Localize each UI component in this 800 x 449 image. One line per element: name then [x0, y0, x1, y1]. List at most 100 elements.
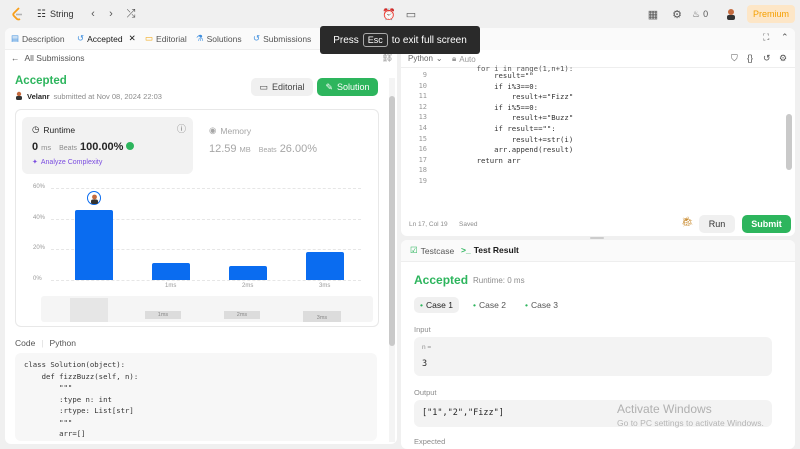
avatar[interactable] — [724, 7, 738, 21]
runtime-unit: ms — [41, 143, 52, 152]
runtime-title: Runtime — [43, 124, 76, 135]
code-line: :rtype: List[str] — [24, 406, 134, 415]
tab-solutions[interactable]: ⚗ Solutions — [196, 33, 242, 44]
tab-submissions[interactable]: ↺ Submissions — [253, 33, 311, 44]
result-status: Accepted — [414, 273, 469, 287]
tab-test-result[interactable]: >_ Test Result — [461, 245, 519, 255]
memory-icon: ◉ — [209, 125, 217, 135]
debug-icon[interactable]: 🐞︎ — [681, 217, 694, 228]
fire-icon: ♨ — [692, 8, 701, 19]
memory-tab[interactable]: ◉ Memory — [209, 125, 251, 136]
reset-icon[interactable]: ↺ — [763, 53, 771, 64]
tab-accepted[interactable]: ↺ Accepted ✕ — [77, 33, 136, 44]
editor-code-line[interactable]: if i%5==0: — [459, 103, 538, 112]
terminal-icon: >_ — [461, 245, 471, 255]
collapse-icon[interactable]: ⌃ — [781, 32, 789, 43]
settings-icon[interactable]: ⚙ — [779, 53, 787, 64]
leetcode-logo-icon[interactable] — [10, 7, 24, 21]
user-avatar — [15, 91, 23, 102]
left-scrollbar-track[interactable] — [389, 78, 395, 442]
left-scrollbar-thumb[interactable] — [389, 96, 395, 346]
tab-description[interactable]: ▤ Description — [11, 33, 65, 44]
timer-icon[interactable]: ⏰ — [382, 7, 396, 21]
submission-status: Accepted — [15, 75, 67, 87]
esc-key: Esc — [362, 33, 388, 47]
tab-editorial[interactable]: ▭ Editorial — [145, 33, 187, 44]
horizontal-resize-handle[interactable] — [590, 237, 604, 239]
code-line: """ — [24, 417, 73, 427]
run-button[interactable]: Run — [699, 215, 735, 233]
layout-icon[interactable]: ▦ — [646, 7, 660, 21]
line-number: 9 — [422, 71, 427, 79]
bookmark-icon[interactable]: ⛉ — [731, 53, 738, 64]
result-tabbar: ☑ Testcase >_ Test Result — [401, 240, 795, 262]
runtime-bar[interactable] — [229, 266, 267, 280]
y-tick-label: 40% — [33, 214, 46, 221]
submission-meta: Velanr submitted at Nov 08, 2024 22:03 — [15, 91, 162, 102]
editor-code-line[interactable]: if result=="": — [459, 124, 556, 133]
editorial-button[interactable]: ▭ Editorial — [251, 78, 313, 96]
runtime-value: 0 — [32, 141, 39, 153]
analyze-complexity-link[interactable]: ✦ Analyze Complexity — [32, 158, 102, 167]
editor-code-line[interactable]: arr.append(result) — [459, 145, 573, 154]
edit-icon: ✎ — [325, 81, 333, 92]
case-tab-3[interactable]: • Case 3 — [519, 297, 564, 313]
left-panel: ▤ Description ↺ Accepted ✕ ▭ Editorial ⚗… — [5, 28, 397, 444]
braces-icon[interactable]: {} — [747, 53, 753, 63]
submit-button[interactable]: Submit — [742, 215, 791, 233]
case-tab-2[interactable]: • Case 2 — [467, 297, 512, 313]
fullscreen-toast: Press Esc to exit full screen — [320, 26, 480, 54]
editor-code-line[interactable]: return arr — [459, 156, 521, 165]
editor-code[interactable]: 9 result="" 10 if i%3==0: 11 result+="Fizz… — [401, 71, 785, 211]
language-select[interactable]: Python ⌄ — [408, 54, 443, 63]
notes-icon[interactable]: ▭ — [404, 7, 418, 21]
runtime-bar[interactable] — [306, 251, 344, 280]
line-number: 13 — [418, 113, 427, 122]
input-value: 3 — [422, 359, 428, 369]
next-problem-icon[interactable]: › — [104, 7, 118, 21]
y-tick-label: 20% — [33, 245, 46, 252]
chart-range-scrubber[interactable]: 1ms 2ms 3ms — [41, 296, 373, 322]
expand-icon[interactable]: ⛶ — [763, 32, 769, 43]
tab-testcase[interactable]: ☑ Testcase — [410, 245, 454, 256]
solution-button[interactable]: ✎ Solution — [317, 78, 378, 96]
runtime-bar[interactable] — [75, 210, 113, 280]
premium-button[interactable]: Premium — [747, 5, 795, 23]
editor-code-line[interactable]: result+="Fizz" — [459, 92, 574, 101]
code-language: Python — [49, 338, 77, 348]
line-number: 10 — [418, 81, 427, 90]
auto-mode-toggle[interactable]: 🔒︎ Auto — [452, 54, 476, 64]
editor-scrollbar-thumb[interactable] — [786, 114, 792, 170]
code-block: class Solution(object): def fizzBuzz(sel… — [15, 353, 377, 441]
close-icon[interactable]: ✕ — [129, 33, 136, 44]
x-tick-label: 3ms — [319, 283, 331, 289]
runtime-card[interactable]: ◷ Runtime ⓘ 0 ms Beats 100.00% ✦ Analyze… — [22, 117, 193, 174]
result-runtime: Runtime: 0 ms — [473, 276, 525, 285]
x-tick-label: 2ms — [242, 283, 254, 289]
prev-problem-icon[interactable]: ‹ — [86, 7, 100, 21]
grid-line — [51, 188, 361, 189]
submission-user[interactable]: Velanr — [27, 92, 50, 101]
editor-statusbar: Ln 17, Col 19 Saved — [401, 212, 795, 236]
vertical-resize-handle[interactable] — [397, 200, 401, 240]
info-icon[interactable]: ⓘ — [177, 122, 186, 135]
line-number: 11 — [418, 92, 427, 101]
shuffle-icon[interactable]: ⤮ — [124, 7, 138, 21]
output-value: ["1","2","Fizz"] — [422, 408, 504, 418]
problem-list-button[interactable]: ☷ String — [37, 7, 73, 21]
runtime-bar[interactable] — [152, 263, 190, 280]
problem-list-icon: ☷ — [37, 8, 46, 20]
editor-code-line[interactable]: result="" — [459, 71, 534, 80]
mini-bar-label: 2ms — [224, 311, 260, 319]
editor-code-line[interactable]: result+="Buzz" — [459, 113, 574, 122]
streak-counter[interactable]: ♨ 0 — [692, 7, 708, 21]
all-submissions-link[interactable]: ← All Submissions — [11, 53, 85, 63]
editor-code-line[interactable]: if i%3==0: — [459, 82, 538, 91]
editor-scrollbar-track[interactable] — [786, 70, 792, 210]
settings-gear-icon[interactable]: ⚙ — [670, 7, 684, 21]
editor-code-line[interactable]: result+=str(i) — [459, 135, 574, 144]
arrow-left-icon: ← — [11, 53, 20, 63]
checkbox-icon: ☑ — [410, 245, 418, 255]
expected-label: Expected — [414, 437, 446, 446]
case-tab-1[interactable]: • Case 1 — [414, 297, 459, 313]
